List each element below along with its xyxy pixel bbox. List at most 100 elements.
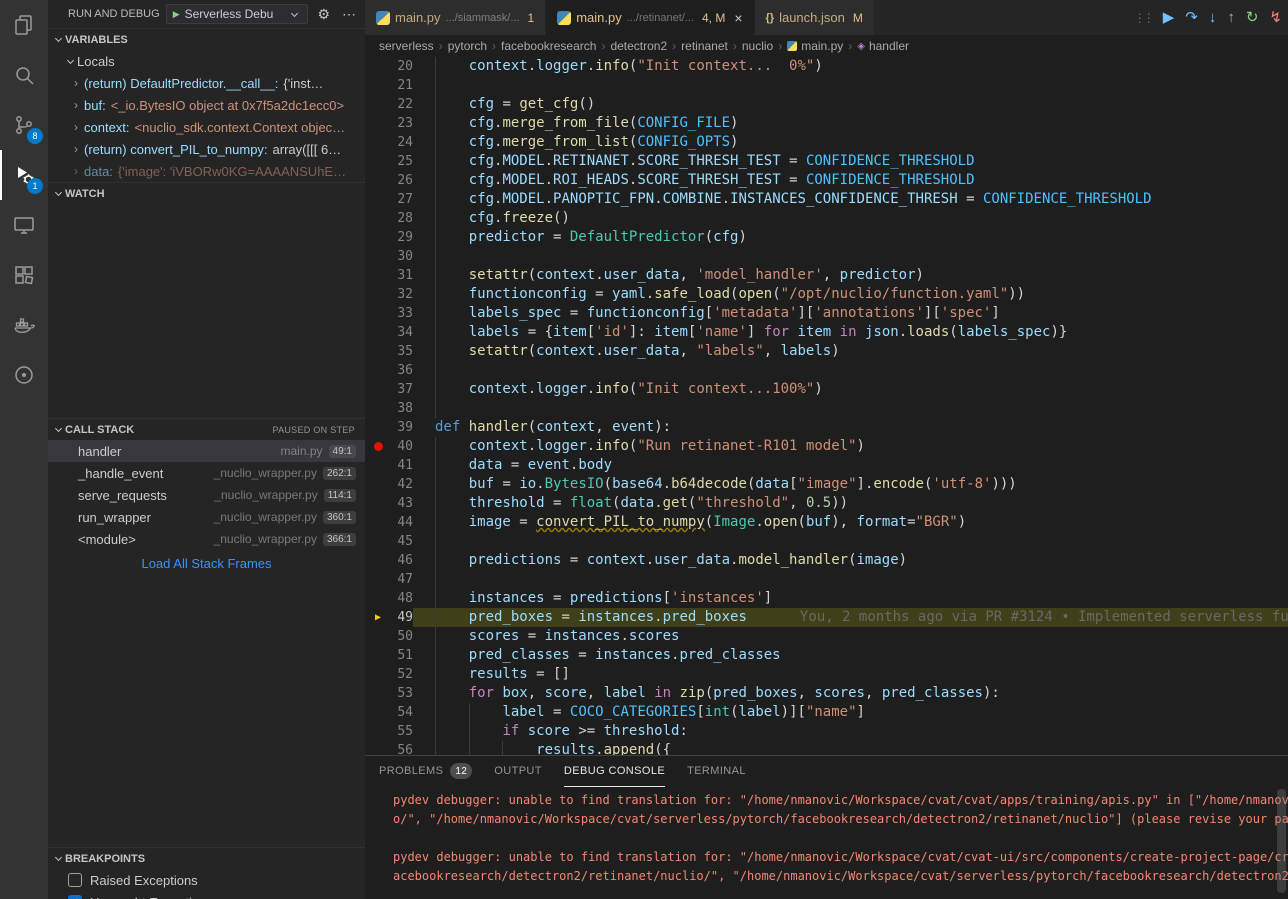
gutter-glyph-margin[interactable] [365, 247, 391, 266]
gutter-glyph-margin[interactable] [365, 627, 391, 646]
breadcrumb-item[interactable]: facebookresearch [501, 39, 596, 53]
code-line[interactable]: 38 [365, 399, 1288, 418]
gutter-glyph-margin[interactable] [365, 551, 391, 570]
code-line[interactable]: 23 cfg.merge_from_file(CONFIG_FILE) [365, 114, 1288, 133]
code-line[interactable]: ▶49 pred_boxes = instances.pred_boxesYou… [365, 608, 1288, 627]
breadcrumb-item[interactable]: retinanet [681, 39, 728, 53]
variable-row[interactable]: ›(return) DefaultPredictor.__call__:{'in… [48, 72, 365, 94]
gear-icon[interactable]: ⚙ [314, 6, 333, 23]
breakpoint-row[interactable]: Raised Exceptions [48, 869, 365, 891]
code-line[interactable]: 31 setattr(context.user_data, 'model_han… [365, 266, 1288, 285]
launch-config-select[interactable]: ▶ Serverless Debu [166, 4, 309, 24]
gutter-glyph-margin[interactable] [365, 399, 391, 418]
remote-explorer-icon[interactable] [0, 200, 48, 250]
breadcrumb-item[interactable]: serverless [379, 39, 434, 53]
code-line[interactable]: 21 [365, 76, 1288, 95]
breadcrumb-item[interactable]: main.py [787, 39, 843, 53]
gutter-glyph-margin[interactable] [365, 361, 391, 380]
gutter-glyph-margin[interactable] [365, 152, 391, 171]
restart-button[interactable]: ↻ [1246, 10, 1259, 25]
docker-icon[interactable] [0, 300, 48, 350]
code-line[interactable]: 36 [365, 361, 1288, 380]
code-line[interactable]: 48 instances = predictions['instances'] [365, 589, 1288, 608]
gutter-glyph-margin[interactable] [365, 342, 391, 361]
call-stack-section-header[interactable]: CALL STACK PAUSED ON STEP [48, 418, 365, 440]
gutter-glyph-margin[interactable] [365, 380, 391, 399]
gutter-glyph-margin[interactable] [365, 741, 391, 755]
code-line[interactable]: 42 buf = io.BytesIO(base64.b64decode(dat… [365, 475, 1288, 494]
gutter-glyph-margin[interactable] [365, 323, 391, 342]
code-line[interactable]: 56 results.append({ [365, 741, 1288, 755]
code-line[interactable]: 45 [365, 532, 1288, 551]
step-out-button[interactable]: ↑ [1227, 10, 1235, 25]
code-line[interactable]: 22 cfg = get_cfg() [365, 95, 1288, 114]
scope-locals[interactable]: Locals [48, 50, 365, 72]
code-line[interactable]: 30 [365, 247, 1288, 266]
explorer-icon[interactable] [0, 0, 48, 50]
variable-row[interactable]: ›buf:<_io.BytesIO object at 0x7f5a2dc1ec… [48, 94, 365, 116]
code-line[interactable]: 32 functionconfig = yaml.safe_load(open(… [365, 285, 1288, 304]
extension-circle-icon[interactable] [0, 350, 48, 400]
gutter-glyph-margin[interactable] [365, 703, 391, 722]
code-line[interactable]: 52 results = [] [365, 665, 1288, 684]
gutter-glyph-margin[interactable]: ▶ [365, 608, 391, 627]
code-line[interactable]: 34 labels = {item['id']: item['name'] fo… [365, 323, 1288, 342]
gutter-glyph-margin[interactable] [365, 133, 391, 152]
code-line[interactable]: 55 if score >= threshold: [365, 722, 1288, 741]
variable-row[interactable]: ›context:<nuclio_sdk.context.Context obj… [48, 116, 365, 138]
tab-main-py-siammask[interactable]: main.py .../siammask/... 1 [365, 0, 546, 35]
panel-tab-terminal[interactable]: TERMINAL [687, 756, 746, 787]
stack-frame-row[interactable]: run_wrapper_nuclio_wrapper.py360:1 [48, 506, 365, 528]
code-line[interactable]: 46 predictions = context.user_data.model… [365, 551, 1288, 570]
code-line[interactable]: 37 context.logger.info("Init context...1… [365, 380, 1288, 399]
code-line[interactable]: 50 scores = instances.scores [365, 627, 1288, 646]
gutter-glyph-margin[interactable] [365, 228, 391, 247]
code-line[interactable]: 27 cfg.MODEL.PANOPTIC_FPN.COMBINE.INSTAN… [365, 190, 1288, 209]
code-editor[interactable]: 20 context.logger.info("Init context... … [365, 57, 1288, 755]
step-over-button[interactable]: ↷ [1185, 10, 1198, 25]
variables-section-header[interactable]: VARIABLES [48, 28, 365, 50]
code-line[interactable]: 28 cfg.freeze() [365, 209, 1288, 228]
variable-row[interactable]: ›(return) convert_PIL_to_numpy:array([[[… [48, 138, 365, 160]
gutter-glyph-margin[interactable] [365, 665, 391, 684]
code-line[interactable]: 51 pred_classes = instances.pred_classes [365, 646, 1288, 665]
panel-tab-debug-console[interactable]: DEBUG CONSOLE [564, 756, 665, 787]
checkbox[interactable]: ✓ [68, 895, 82, 899]
breadcrumb-item[interactable]: pytorch [448, 39, 487, 53]
run-and-debug-icon[interactable]: 1 [0, 150, 48, 200]
more-actions-icon[interactable]: ⋯ [339, 6, 359, 23]
breakpoint-row[interactable]: ✓Uncaught Exceptions [48, 891, 365, 899]
code-line[interactable]: 54 label = COCO_CATEGORIES[int(label)]["… [365, 703, 1288, 722]
gutter-glyph-margin[interactable] [365, 76, 391, 95]
gutter-glyph-margin[interactable] [365, 209, 391, 228]
variable-row[interactable]: ›data:{'image': 'iVBORw0KG=AAAANSUhE… [48, 160, 365, 182]
gutter-glyph-margin[interactable] [365, 190, 391, 209]
debug-console-output[interactable]: pydev debugger: unable to find translati… [365, 787, 1288, 899]
toolbar-drag-handle[interactable]: ⋮⋮ [1134, 11, 1152, 25]
gutter-glyph-margin[interactable] [365, 722, 391, 741]
code-line[interactable]: 40 context.logger.info("Run retinanet-R1… [365, 437, 1288, 456]
code-line[interactable]: 35 setattr(context.user_data, "labels", … [365, 342, 1288, 361]
gutter-glyph-margin[interactable] [365, 456, 391, 475]
gutter-glyph-margin[interactable] [365, 513, 391, 532]
code-line[interactable]: 41 data = event.body [365, 456, 1288, 475]
source-control-icon[interactable]: 8 [0, 100, 48, 150]
stack-frame-row[interactable]: <module>_nuclio_wrapper.py366:1 [48, 528, 365, 550]
gutter-glyph-margin[interactable] [365, 570, 391, 589]
tab-main-py-retinanet[interactable]: main.py .../retinanet/... 4, M × [546, 0, 754, 35]
breakpoint-icon[interactable] [374, 442, 383, 451]
code-line[interactable]: 53 for box, score, label in zip(pred_box… [365, 684, 1288, 703]
tab-launch-json[interactable]: {} launch.json M [755, 0, 875, 35]
gutter-glyph-margin[interactable] [365, 57, 391, 76]
panel-tab-output[interactable]: OUTPUT [494, 756, 542, 787]
gutter-glyph-margin[interactable] [365, 532, 391, 551]
code-line[interactable]: 25 cfg.MODEL.RETINANET.SCORE_THRESH_TEST… [365, 152, 1288, 171]
code-line[interactable]: 39def handler(context, event): [365, 418, 1288, 437]
breadcrumb-item[interactable]: ◈handler [857, 39, 909, 53]
watch-section-header[interactable]: WATCH [48, 182, 365, 204]
code-line[interactable]: 26 cfg.MODEL.ROI_HEADS.SCORE_THRESH_TEST… [365, 171, 1288, 190]
panel-tab-problems[interactable]: PROBLEMS12 [379, 756, 472, 787]
breakpoints-section-header[interactable]: BREAKPOINTS [48, 847, 365, 869]
gutter-glyph-margin[interactable] [365, 171, 391, 190]
stack-frame-row[interactable]: _handle_event_nuclio_wrapper.py262:1 [48, 462, 365, 484]
